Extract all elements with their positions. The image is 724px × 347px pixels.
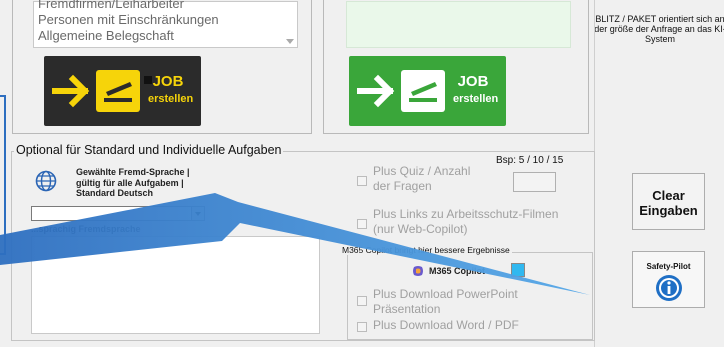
audience-listbox[interactable]: Fremdfirmen/Leiharbeiter Personen mit Ei… — [33, 0, 298, 48]
safety-pilot-button[interactable]: Safety-Pilot — [632, 251, 705, 308]
scroll-down-arrow-icon[interactable] — [286, 39, 294, 44]
job-label: JOB — [457, 73, 489, 90]
clear-button[interactable]: Clear Eingaben — [632, 173, 705, 230]
blitz-note: BLITZ / PAKET orientiert sich an der grö… — [594, 14, 724, 44]
pointer-arrow-icon — [0, 193, 590, 295]
list-item[interactable]: Fremdfirmen/Leiharbeiter — [38, 0, 293, 12]
word-label: Plus Download Word / PDF — [373, 318, 519, 332]
clear-button-label: Eingaben — [639, 203, 698, 218]
safety-pilot-label: Safety-Pilot — [646, 262, 691, 271]
list-item[interactable]: Personen mit Einschränkungen — [38, 12, 293, 28]
text-area-green[interactable] — [346, 1, 571, 48]
list-item[interactable]: Allgemeine Belegschaft — [38, 28, 293, 44]
word-checkbox[interactable] — [357, 322, 367, 332]
info-icon — [656, 275, 682, 301]
clear-button-label: Clear — [652, 188, 685, 203]
job-label: JOB — [152, 73, 184, 90]
left-edge-blue-bar — [0, 95, 6, 255]
